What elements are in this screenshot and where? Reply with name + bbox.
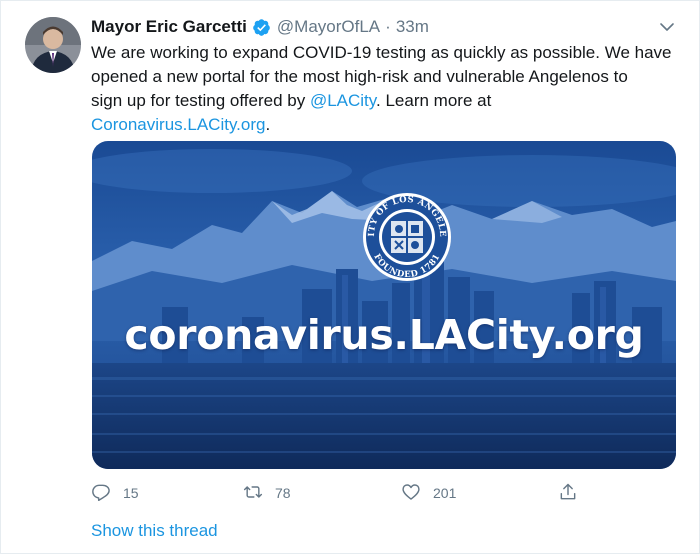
reply-icon [91, 482, 111, 505]
author-name[interactable]: Mayor Eric Garcetti [91, 17, 247, 37]
chevron-down-icon[interactable] [657, 17, 677, 37]
tweet-text-line: We are working to expand COVID-19 testin… [91, 43, 672, 62]
banner-text: coronavirus.LACity.org [124, 311, 644, 359]
tweet-text-line: opened a new portal for the most high-ri… [91, 67, 628, 86]
retweet-icon [243, 482, 263, 505]
show-thread-link[interactable]: Show this thread [91, 521, 218, 541]
seal-bottom-text: FOUNDED 1781 [371, 252, 442, 280]
svg-text:FOUNDED 1781: FOUNDED 1781 [371, 252, 442, 280]
retweet-button[interactable]: 78 [243, 479, 291, 507]
tweet-text-line: sign up for testing offered by @LACity. … [91, 89, 681, 113]
author-handle[interactable]: @MayorOfLA [277, 17, 380, 37]
like-button[interactable]: 201 [401, 479, 456, 507]
separator-dot: · [385, 17, 391, 36]
heart-icon [401, 482, 421, 505]
tweet-text: We are working to expand COVID-19 testin… [91, 41, 681, 137]
avatar[interactable] [25, 17, 81, 73]
like-count: 201 [433, 485, 457, 501]
svg-text:CITY OF LOS ANGELES: CITY OF LOS ANGELES [367, 195, 447, 240]
seal-top-text: CITY OF LOS ANGELES [367, 195, 447, 240]
tweet-text-line: Coronavirus.LACity.org. [91, 113, 681, 137]
tweet-header: Mayor Eric Garcetti @MayorOfLA · 33m [91, 15, 429, 39]
reply-count: 15 [123, 485, 139, 501]
tweet-card[interactable]: Mayor Eric Garcetti @MayorOfLA · 33m We … [0, 0, 700, 554]
mention-link[interactable]: @LACity [310, 91, 376, 110]
city-seal: CITY OF LOS ANGELES FOUNDED 1781 [367, 195, 447, 280]
tweet-text-fragment: . [265, 115, 271, 134]
verified-badge-icon [252, 18, 271, 37]
share-button[interactable] [558, 479, 578, 507]
tweet-text-fragment: . Learn more at [376, 91, 492, 110]
share-icon [558, 482, 578, 505]
url-link[interactable]: Coronavirus.LACity.org [91, 115, 265, 134]
tweet-actions: 15 78 201 [91, 479, 591, 507]
reply-button[interactable]: 15 [91, 479, 139, 507]
timestamp[interactable]: 33m [396, 17, 429, 37]
tweet-text-fragment: sign up for testing offered by [91, 91, 310, 110]
retweet-count: 78 [275, 485, 291, 501]
tweet-media-image[interactable]: CITY OF LOS ANGELES FOUNDED 1781 coronav… [92, 141, 676, 469]
